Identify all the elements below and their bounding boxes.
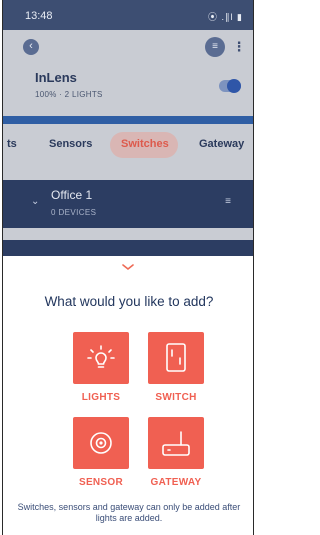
group-meta: 0 DEVICES (51, 208, 97, 217)
more-options-button[interactable]: ⋮ (231, 37, 247, 57)
switch-label[interactable]: SWITCH (136, 392, 216, 403)
sensor-icon (90, 432, 112, 454)
lights-label[interactable]: LIGHTS (61, 392, 141, 403)
sheet-note: Switches, sensors and gateway can only b… (17, 502, 241, 523)
background-scrim[interactable]: 13:48 ⦿ .∥l ▮ ‹ ≡ ⋮ InLens 100% · 2 LIGH… (3, 0, 253, 262)
back-button[interactable]: ‹ (23, 39, 39, 55)
group-settings-icon[interactable]: ≡ (225, 196, 231, 207)
tab-gateway[interactable]: Gateway (199, 138, 244, 150)
chevron-down-icon: ⌄ (31, 196, 40, 207)
status-bar: 13:48 ⦿ .∥l ▮ (3, 0, 253, 30)
tab-bar: ts Sensors Switches Gateway (3, 124, 253, 166)
status-icons: ⦿ .∥l ▮ (208, 12, 243, 22)
add-lights-button[interactable] (73, 332, 129, 384)
status-time: 13:48 (25, 10, 53, 22)
gateway-label[interactable]: GATEWAY (136, 477, 216, 488)
group-name: Office 1 (51, 188, 93, 202)
add-gateway-button[interactable] (148, 417, 204, 469)
more-vertical-icon: ⋮ (232, 39, 246, 54)
tune-icon: ≡ (212, 41, 218, 52)
back-arrow-icon: ‹ (29, 40, 33, 52)
switch-icon (166, 343, 186, 372)
gateway-icon (162, 431, 190, 456)
tab-lights[interactable]: ts (7, 138, 17, 150)
bulb-icon (87, 345, 115, 368)
group-header[interactable]: ⌄ Office 1 0 DEVICES ≡ (3, 180, 253, 228)
room-name: InLens (35, 70, 77, 85)
toggle-knob (227, 79, 241, 93)
room-toggle[interactable] (219, 79, 241, 93)
add-sensor-button[interactable] (73, 417, 129, 469)
add-device-sheet: What would you like to add? LIGHTS SWITC… (3, 256, 253, 535)
tab-sensors[interactable]: Sensors (49, 138, 92, 150)
add-switch-button[interactable] (148, 332, 204, 384)
sensor-label[interactable]: SENSOR (61, 477, 141, 488)
tune-button[interactable]: ≡ (205, 37, 225, 57)
app-screen: 13:48 ⦿ .∥l ▮ ‹ ≡ ⋮ InLens 100% · 2 LIGH… (2, 0, 254, 535)
room-meta: 100% · 2 LIGHTS (35, 90, 103, 99)
room-card[interactable]: InLens 100% · 2 LIGHTS (3, 62, 253, 118)
top-bar: ‹ ≡ ⋮ (3, 30, 253, 62)
sheet-title: What would you like to add? (44, 294, 214, 309)
brightness-bar[interactable] (3, 116, 253, 124)
tab-switches[interactable]: Switches (121, 138, 169, 150)
collapse-chevron-icon[interactable] (121, 262, 135, 272)
